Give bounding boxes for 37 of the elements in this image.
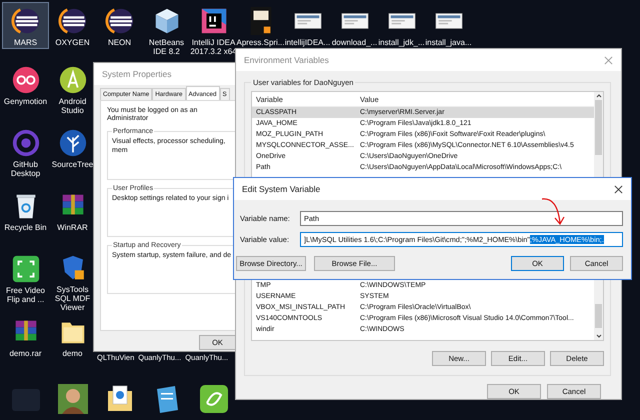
desktop-shortcut[interactable]: Genymotion xyxy=(2,61,49,124)
desktop-shortcut[interactable]: demo xyxy=(49,313,96,376)
circles-icon xyxy=(10,65,40,95)
scrollbar-thumb[interactable] xyxy=(595,100,602,155)
desktop-shortcut[interactable]: OXYGEN xyxy=(49,2,96,49)
frame-icon xyxy=(10,254,40,284)
desktop-shortcut[interactable]: SourceTree xyxy=(49,124,96,187)
desktop-shortcut[interactable]: Apress.Spri... xyxy=(237,2,284,49)
desktop-shortcut[interactable]: NetBeans IDE 8.2 xyxy=(143,2,190,58)
scroll-down-icon[interactable] xyxy=(594,332,602,340)
desktop-shortcut[interactable]: install_jdk_... xyxy=(378,2,425,49)
scrollbar-thumb[interactable] xyxy=(595,304,602,328)
desktop-shortcut[interactable]: SysTools SQL MDF Viewer xyxy=(49,250,96,313)
desktop-shortcut[interactable]: WinRAR xyxy=(49,187,96,250)
ring-icon xyxy=(10,128,40,158)
swirl-icon[interactable] xyxy=(198,383,230,415)
desktop-shortcut[interactable]: GitHub Desktop xyxy=(2,124,49,187)
desktop-shortcut[interactable]: NEON xyxy=(96,2,143,49)
window-title: System Properties xyxy=(102,69,172,79)
striped-sphere-icon xyxy=(104,6,134,36)
striped-sphere-icon xyxy=(10,6,40,36)
android-icon xyxy=(58,65,88,95)
desktop-shortcut[interactable]: download_... xyxy=(331,2,378,49)
desktop-shortcut[interactable]: install_java... xyxy=(425,2,472,49)
window-title: Edit System Variable xyxy=(242,184,320,194)
scroll-up-icon[interactable] xyxy=(594,92,602,100)
avatar-icon[interactable] xyxy=(56,383,88,415)
desktop-shortcut[interactable]: Android Studio xyxy=(49,61,96,124)
close-icon[interactable] xyxy=(614,184,623,194)
striped-sphere-icon xyxy=(58,6,88,36)
desktop-shortcut[interactable]: Free Video Flip and ... xyxy=(2,250,49,313)
desktop-shortcut[interactable]: MARS xyxy=(2,2,49,49)
window-title: Environment Variables xyxy=(244,55,329,65)
tree-icon xyxy=(58,128,88,158)
desktop-shortcut[interactable]: demo.rar xyxy=(2,313,49,376)
desktop-shortcut[interactable]: Recycle Bin xyxy=(2,187,49,250)
desktop-shortcut[interactable]: intellijIDEA... xyxy=(284,2,331,49)
